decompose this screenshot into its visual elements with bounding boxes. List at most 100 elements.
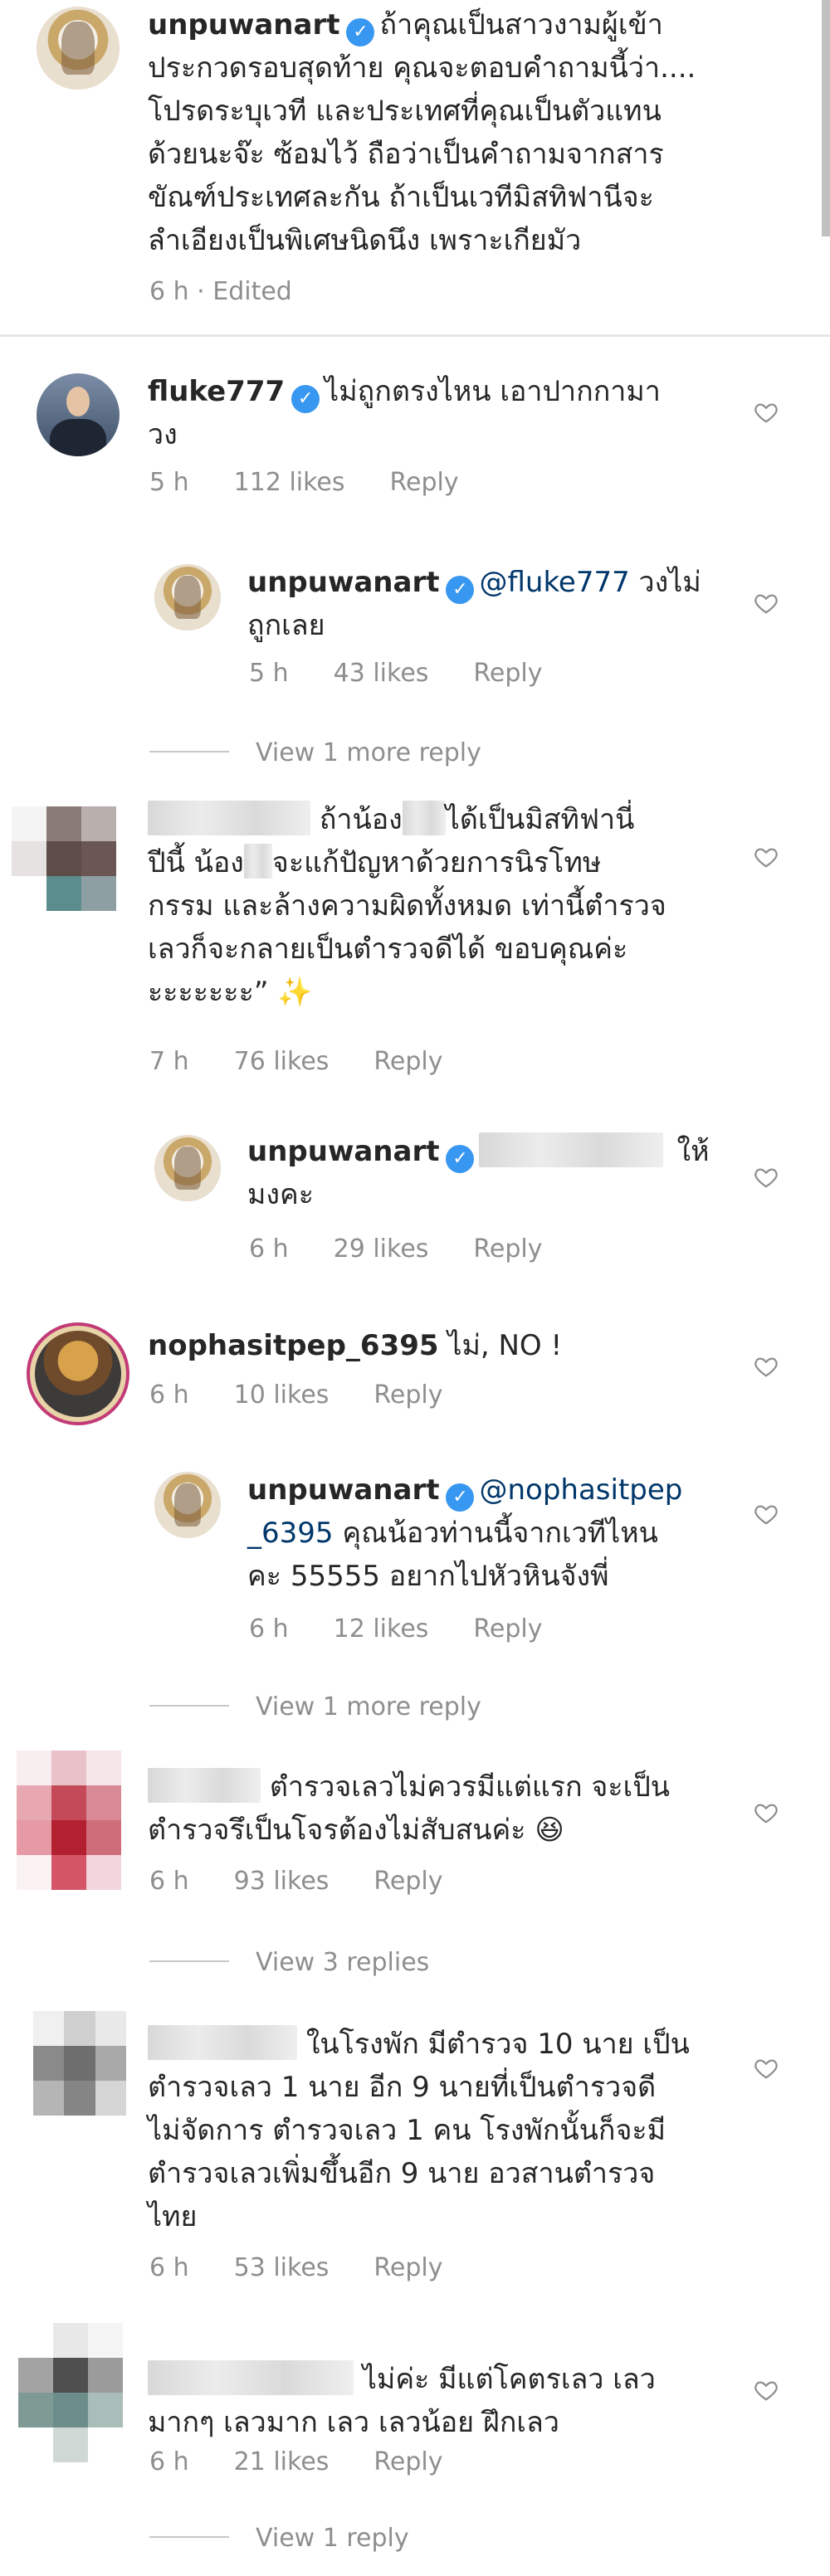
comment-meta: 6 h 53 likes Reply: [149, 2253, 488, 2282]
avatar-blurred[interactable]: [12, 806, 116, 911]
likes-count[interactable]: 10 likes: [234, 1381, 330, 1410]
comment-username[interactable]: fluke777: [148, 375, 285, 408]
avatar-blurred[interactable]: [17, 1751, 121, 1890]
replies-line: [149, 2536, 229, 2538]
avatar-fluke777[interactable]: [37, 373, 120, 456]
scrollbar[interactable]: [822, 0, 830, 236]
comment-text: ตำรวจเลวไม่ควรมีแต่แรก จะเป็น: [269, 1770, 671, 1804]
view-more-replies[interactable]: View 1 reply: [149, 2524, 409, 2553]
comment-text: วง: [148, 418, 178, 451]
caption-time: 6 h · Edited: [149, 277, 292, 306]
comment-text: ได้เป็นมิสทิฟานี่: [445, 803, 635, 836]
reply-text: คุณน้อวท่านนี้จากเวทีไหน: [333, 1517, 658, 1550]
reply-button[interactable]: Reply: [473, 1614, 542, 1643]
comment-time: 5 h: [149, 468, 189, 497]
view-more-replies[interactable]: View 3 replies: [149, 1948, 429, 1977]
comment-meta: 6 h 93 likes Reply: [149, 1867, 488, 1896]
reply-username[interactable]: unpuwanart: [247, 566, 439, 599]
verified-badge-icon: ✓: [446, 576, 475, 604]
avatar-unpuwanart[interactable]: [37, 7, 120, 90]
caption-line: ถ้าคุณเป็นสาวงามผู้เข้า: [379, 8, 663, 41]
view-more-replies-label[interactable]: View 3 replies: [256, 1948, 429, 1977]
reply-meta: 6 h 12 likes Reply: [249, 1614, 588, 1643]
mention-link[interactable]: @nophasitpep: [479, 1473, 682, 1507]
mention-link[interactable]: @fluke777: [479, 566, 629, 599]
view-more-replies-label[interactable]: View 1 more reply: [256, 738, 481, 767]
reply-username[interactable]: unpuwanart: [247, 1135, 439, 1168]
comment-time: 6 h: [149, 1867, 189, 1896]
reply-username[interactable]: unpuwanart: [247, 1473, 439, 1507]
view-more-replies-label[interactable]: View 1 reply: [256, 2524, 409, 2553]
view-more-replies[interactable]: View 1 more reply: [149, 1692, 481, 1721]
avatar-unpuwanart[interactable]: [154, 1135, 221, 1201]
caption-username[interactable]: unpuwanart: [148, 8, 339, 41]
likes-count[interactable]: 53 likes: [234, 2253, 330, 2282]
replies-line: [149, 1960, 229, 1962]
view-more-replies[interactable]: View 1 more reply: [149, 738, 481, 767]
reply-text: มงคะ: [247, 1178, 315, 1211]
like-heart-icon[interactable]: [754, 1354, 779, 1379]
comment-time: 6 h: [149, 2447, 189, 2476]
avatar-blurred[interactable]: [18, 2323, 123, 2462]
comment-text: ปีนี้ น้อง: [148, 846, 244, 879]
comment-meta: 6 h 21 likes Reply: [149, 2447, 488, 2476]
like-heart-icon[interactable]: [754, 2056, 779, 2081]
like-heart-icon[interactable]: [754, 2378, 779, 2403]
view-more-replies-label[interactable]: View 1 more reply: [256, 1692, 481, 1721]
comment-username[interactable]: nophasitpep_6395: [148, 1329, 439, 1362]
avatar-unpuwanart[interactable]: [154, 564, 221, 631]
blurred-username: [148, 2025, 297, 2060]
avatar-unpuwanart[interactable]: [154, 1472, 221, 1538]
blurred-text: [402, 801, 446, 835]
like-heart-icon[interactable]: [754, 1800, 779, 1825]
comment-text: ไทย: [148, 2200, 198, 2233]
reply-meta: 6 h 29 likes Reply: [249, 1234, 588, 1264]
like-heart-icon[interactable]: [754, 845, 779, 869]
comment-text: ในโรงพัก มีตำรวจ 10 นาย เป็น: [305, 2028, 690, 2061]
like-heart-icon[interactable]: [754, 1165, 779, 1190]
reply-button[interactable]: Reply: [374, 2447, 442, 2476]
caption-line: ลำเอียงเป็นพิเศษนิดนึง เพราะเกียมัว: [148, 224, 582, 257]
reply-button[interactable]: Reply: [374, 2253, 442, 2282]
comment-meta: 5 h 112 likes Reply: [149, 468, 504, 497]
blurred-mention: [479, 1132, 664, 1167]
comment-text: มากๆ เลวมาก เลว เลวน้อย ฝึกเลว: [148, 2406, 559, 2439]
reply-text: ให้: [676, 1135, 710, 1168]
divider: [0, 334, 830, 337]
reply-button[interactable]: Reply: [473, 659, 542, 688]
comment-time: 6 h: [149, 2253, 189, 2282]
reply-button[interactable]: Reply: [473, 1234, 542, 1264]
reply-button[interactable]: Reply: [374, 1867, 442, 1896]
reply-button[interactable]: Reply: [374, 1047, 442, 1076]
likes-count[interactable]: 112 likes: [234, 468, 345, 497]
comment-meta: 6 h 10 likes Reply: [149, 1381, 488, 1410]
reply-text: คะ 55555 อยากไปหัวหินจังพี่: [247, 1560, 609, 1593]
likes-count[interactable]: 93 likes: [234, 1867, 330, 1896]
like-heart-icon[interactable]: [754, 591, 779, 616]
likes-count[interactable]: 43 likes: [334, 659, 429, 688]
comment-text: ไม่ค่ะ มีแต่โคตรเลว เลว: [362, 2363, 656, 2396]
sparkles-emoji: ✨: [277, 976, 313, 1009]
comment-text: ตำรวจเลวเพิ่มขึ้นอีก 9 นาย อวสานตำรวจ: [148, 2157, 656, 2190]
likes-count[interactable]: 21 likes: [234, 2447, 330, 2476]
reply-button[interactable]: Reply: [374, 1381, 442, 1410]
comment-text: ไม่จัดการ ตำรวจเลว 1 คน โรงพักนั้นก็จะมี: [148, 2114, 666, 2147]
comment-text: กรรม และล้างความผิดทั้งหมด เท่านี้ตำรวจ: [148, 889, 666, 923]
comment-time: 5 h: [249, 659, 289, 688]
likes-count[interactable]: 76 likes: [234, 1047, 330, 1076]
reply-button[interactable]: Reply: [390, 468, 459, 497]
comment-text: เลวก็จะกลายเป็นตำรวจดีได้ ขอบคุณค่ะ: [148, 933, 628, 966]
verified-badge-icon: ✓: [446, 1145, 475, 1173]
comment-time: 6 h: [249, 1614, 289, 1643]
mention-link[interactable]: _6395: [247, 1517, 334, 1550]
likes-count[interactable]: 29 likes: [334, 1234, 429, 1264]
verified-badge-icon: ✓: [291, 385, 320, 413]
like-heart-icon[interactable]: [754, 1502, 779, 1527]
reply-meta: 5 h 43 likes Reply: [249, 659, 588, 688]
comment-meta: 7 h 76 likes Reply: [149, 1047, 488, 1076]
blurred-text: [243, 844, 272, 879]
like-heart-icon[interactable]: [754, 400, 779, 425]
avatar-nophasitpep[interactable]: [27, 1322, 129, 1425]
likes-count[interactable]: 12 likes: [334, 1614, 429, 1643]
avatar-blurred[interactable]: [33, 2011, 126, 2116]
